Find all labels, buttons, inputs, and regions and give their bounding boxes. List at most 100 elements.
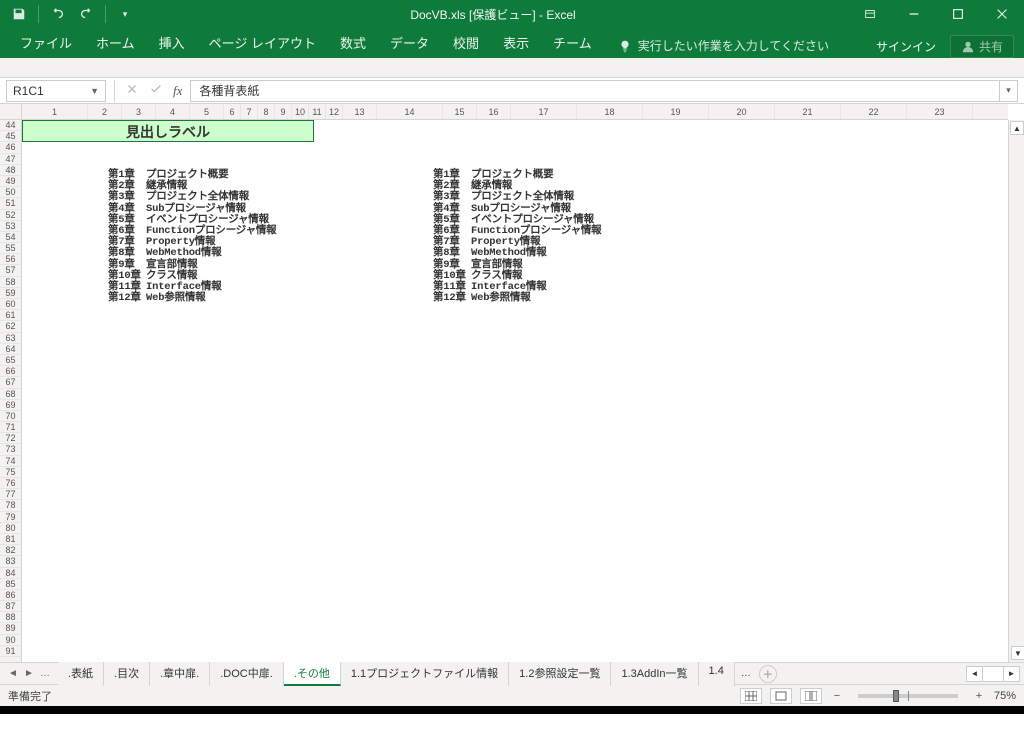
ribbon-tab-挿入[interactable]: 挿入	[147, 27, 197, 58]
zoom-out-button[interactable]: −	[830, 690, 844, 702]
row-header[interactable]: 44	[0, 120, 21, 131]
column-header[interactable]: 1	[22, 104, 88, 119]
row-header[interactable]: 89	[0, 623, 21, 634]
row-header[interactable]: 62	[0, 321, 21, 332]
redo-button[interactable]	[73, 2, 99, 26]
tab-nav-first[interactable]: ◄	[6, 668, 20, 679]
zoom-level[interactable]: 75%	[994, 690, 1016, 702]
horizontal-scrollbar[interactable]: ◄ ►	[966, 666, 1020, 682]
row-header[interactable]: 75	[0, 467, 21, 478]
expand-formula-bar[interactable]: ▾	[1000, 80, 1018, 102]
row-header[interactable]: 46	[0, 142, 21, 153]
close-button[interactable]	[980, 0, 1024, 28]
row-header[interactable]: 49	[0, 176, 21, 187]
column-header[interactable]: 13	[343, 104, 377, 119]
formula-input[interactable]: 各種背表紙	[190, 80, 1000, 102]
normal-view-button[interactable]	[740, 688, 762, 704]
ribbon-tab-数式[interactable]: 数式	[328, 27, 378, 58]
row-header[interactable]: 85	[0, 579, 21, 590]
scroll-down-button[interactable]: ▼	[1011, 646, 1024, 660]
insert-function-button[interactable]: fx	[173, 83, 182, 99]
row-header[interactable]: 74	[0, 456, 21, 467]
row-header[interactable]: 65	[0, 355, 21, 366]
column-header[interactable]: 5	[190, 104, 224, 119]
ribbon-tab-データ[interactable]: データ	[378, 27, 441, 58]
ribbon-tab-表示[interactable]: 表示	[491, 27, 541, 58]
select-all-corner[interactable]	[0, 104, 22, 120]
row-header[interactable]: 61	[0, 310, 21, 321]
row-header[interactable]: 68	[0, 389, 21, 400]
column-header[interactable]: 8	[258, 104, 275, 119]
column-header[interactable]: 22	[841, 104, 907, 119]
row-header[interactable]: 72	[0, 433, 21, 444]
column-header[interactable]: 23	[907, 104, 973, 119]
new-sheet-button[interactable]: ＋	[759, 665, 777, 683]
sheet-tab[interactable]: 1.1プロジェクトファイル情報	[341, 662, 509, 686]
page-layout-view-button[interactable]	[770, 688, 792, 704]
ribbon-display-options[interactable]	[848, 0, 892, 28]
zoom-slider-thumb[interactable]	[893, 690, 899, 702]
enter-formula-button[interactable]	[149, 82, 163, 99]
column-header[interactable]: 11	[309, 104, 326, 119]
maximize-button[interactable]	[936, 0, 980, 28]
row-header[interactable]: 90	[0, 635, 21, 646]
row-header[interactable]: 86	[0, 590, 21, 601]
column-header[interactable]: 2	[88, 104, 122, 119]
column-header[interactable]: 12	[326, 104, 343, 119]
row-header[interactable]: 48	[0, 165, 21, 176]
column-header[interactable]: 9	[275, 104, 292, 119]
share-button[interactable]: 共有	[950, 35, 1014, 58]
row-header[interactable]: 84	[0, 568, 21, 579]
tab-nav-prev[interactable]: ►	[22, 668, 36, 679]
row-header[interactable]: 56	[0, 254, 21, 265]
zoom-in-button[interactable]: +	[972, 690, 986, 702]
tell-me-search[interactable]: 実行したい作業を入力してください	[604, 37, 843, 58]
row-header[interactable]: 81	[0, 534, 21, 545]
row-header[interactable]: 77	[0, 489, 21, 500]
column-header[interactable]: 18	[577, 104, 643, 119]
column-header[interactable]: 16	[477, 104, 511, 119]
row-header[interactable]: 53	[0, 221, 21, 232]
ribbon-tab-ページ レイアウト[interactable]: ページ レイアウト	[197, 27, 328, 58]
ribbon-tab-ホーム[interactable]: ホーム	[84, 27, 147, 58]
save-button[interactable]	[6, 2, 32, 26]
row-header[interactable]: 67	[0, 377, 21, 388]
row-header[interactable]: 57	[0, 265, 21, 276]
column-header[interactable]: 20	[709, 104, 775, 119]
column-header[interactable]: 21	[775, 104, 841, 119]
row-header[interactable]: 79	[0, 512, 21, 523]
column-header[interactable]: 19	[643, 104, 709, 119]
tab-nav-more-right[interactable]: …	[739, 668, 753, 679]
row-header[interactable]: 66	[0, 366, 21, 377]
sheet-tab[interactable]: 1.3AddIn一覧	[611, 662, 698, 686]
ribbon-tab-ファイル[interactable]: ファイル	[8, 27, 84, 58]
zoom-slider[interactable]	[858, 694, 958, 698]
tab-nav-more[interactable]: …	[38, 668, 52, 679]
row-header[interactable]: 59	[0, 288, 21, 299]
row-header[interactable]: 88	[0, 612, 21, 623]
row-header[interactable]: 47	[0, 154, 21, 165]
signin-link[interactable]: サインイン	[876, 38, 936, 55]
row-header[interactable]: 60	[0, 299, 21, 310]
page-break-view-button[interactable]	[800, 688, 822, 704]
sheet-tab[interactable]: .目次	[104, 662, 150, 686]
sheet-tab[interactable]: .その他	[284, 662, 341, 686]
selected-cell[interactable]: 見出しラベル	[22, 120, 314, 142]
row-header[interactable]: 45	[0, 131, 21, 142]
row-header[interactable]: 71	[0, 422, 21, 433]
row-header[interactable]: 76	[0, 478, 21, 489]
row-header[interactable]: 51	[0, 198, 21, 209]
scroll-left-button[interactable]: ◄	[967, 667, 983, 681]
ribbon-tab-校閲[interactable]: 校閲	[441, 27, 491, 58]
column-header[interactable]: 15	[443, 104, 477, 119]
row-header[interactable]: 70	[0, 411, 21, 422]
column-header[interactable]: 10	[292, 104, 309, 119]
sheet-tab[interactable]: .DOC中扉.	[210, 662, 284, 686]
row-header[interactable]: 52	[0, 210, 21, 221]
name-box[interactable]: R1C1 ▼	[6, 80, 106, 102]
row-headers[interactable]: 4445464748495051525354555657585960616263…	[0, 104, 22, 662]
sheet-tab[interactable]: .章中扉.	[150, 662, 210, 686]
row-header[interactable]: 50	[0, 187, 21, 198]
row-header[interactable]: 63	[0, 333, 21, 344]
cancel-formula-button[interactable]	[125, 82, 139, 99]
